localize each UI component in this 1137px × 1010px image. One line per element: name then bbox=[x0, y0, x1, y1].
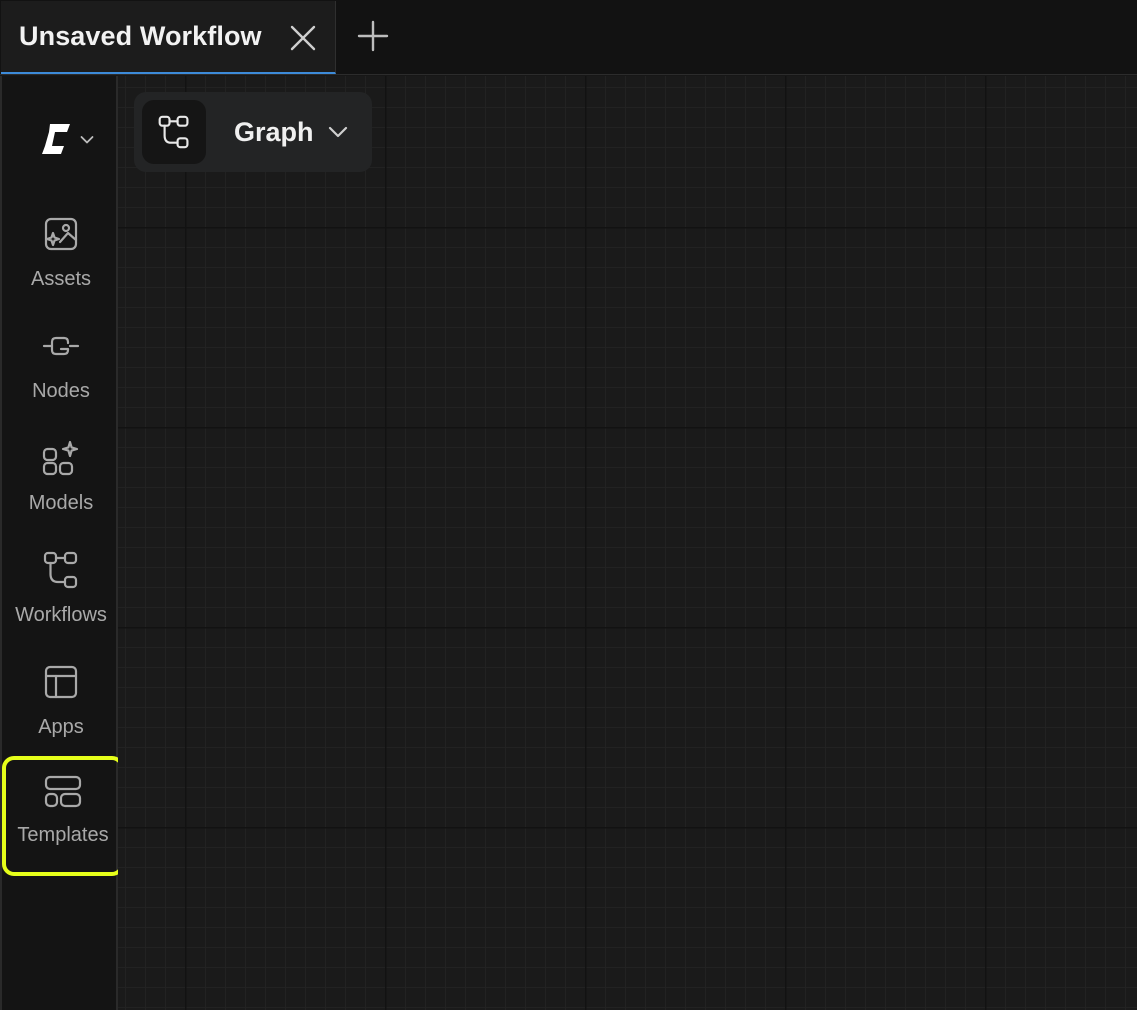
chevron-down-icon bbox=[328, 126, 348, 138]
graph-mode-label: Graph bbox=[234, 116, 314, 147]
plus-icon bbox=[356, 19, 390, 58]
sidebar-item-assets[interactable]: Assets bbox=[5, 204, 117, 304]
sidebar-item-apps[interactable]: Apps bbox=[5, 652, 117, 752]
sidebar-item-label: Apps bbox=[38, 716, 84, 738]
templates-icon bbox=[43, 772, 83, 812]
app-window: Unsaved Workflow Assets Nodes Models Wor… bbox=[0, 0, 1137, 1010]
node-connector-icon bbox=[41, 326, 81, 366]
graph-mode-selector[interactable]: Graph bbox=[134, 92, 372, 172]
workflow-icon bbox=[41, 550, 81, 590]
graph-canvas[interactable] bbox=[118, 76, 1137, 1010]
sidebar-item-workflows[interactable]: Workflows bbox=[5, 540, 117, 640]
sidebar-item-label: Workflows bbox=[15, 604, 107, 626]
grid-sparkle-icon bbox=[41, 438, 81, 478]
tab-title: Unsaved Workflow bbox=[19, 21, 262, 51]
logo-menu-button[interactable] bbox=[40, 123, 104, 159]
workflow-icon bbox=[142, 100, 206, 164]
comfy-logo-icon bbox=[40, 122, 72, 161]
sidebar-item-label: Nodes bbox=[32, 380, 90, 402]
new-tab-button[interactable] bbox=[354, 19, 392, 57]
sidebar: Assets Nodes Models Workflows Apps Templ… bbox=[0, 76, 124, 1010]
sidebar-item-label: Assets bbox=[30, 268, 92, 290]
chevron-down-icon bbox=[80, 132, 94, 150]
sidebar-item-nodes[interactable]: Nodes bbox=[5, 316, 117, 416]
image-sparkle-icon bbox=[41, 214, 81, 254]
sidebar-item-label: Models bbox=[28, 492, 94, 514]
layout-icon bbox=[41, 662, 81, 702]
sidebar-item-label: Templates bbox=[17, 824, 109, 846]
tab-bar: Unsaved Workflow bbox=[0, 0, 1137, 75]
sidebar-item-templates[interactable]: Templates bbox=[2, 756, 124, 876]
sidebar-item-models[interactable]: Models bbox=[5, 428, 117, 528]
close-icon[interactable] bbox=[287, 22, 319, 54]
tab-unsaved-workflow[interactable]: Unsaved Workflow bbox=[1, 1, 336, 74]
